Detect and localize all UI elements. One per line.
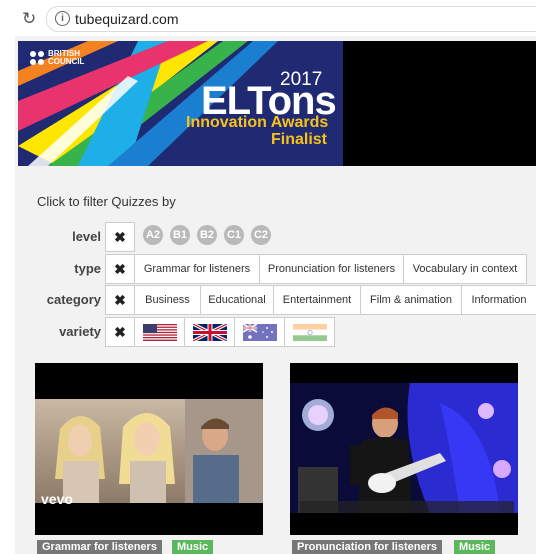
left-gutter [0,36,15,554]
video-thumbnail-2-image [290,383,518,513]
video-2-type-tag[interactable]: Pronunciation for listeners [292,540,442,554]
variety-uk-flag-button[interactable] [184,317,235,347]
filter-row-category: category ✖ Business Educational Entertai… [15,285,536,315]
clear-category-button[interactable]: ✖ [105,285,135,315]
video-1-type-tag[interactable]: Grammar for listeners [37,540,162,554]
type-option-grammar[interactable]: Grammar for listeners [134,254,260,284]
clear-variety-button[interactable]: ✖ [105,317,135,347]
url-text[interactable]: tubequizard.com [75,11,179,27]
category-option-business[interactable]: Business [134,285,201,315]
video-2-category-tag[interactable]: Music [454,540,496,554]
level-option-a2[interactable]: A2 [143,225,163,245]
video-card-2[interactable] [290,363,518,535]
level-option-b2[interactable]: B2 [197,225,217,245]
banner-finalist: Finalist [271,131,328,148]
type-option-pronunciation[interactable]: Pronunciation for listeners [259,254,404,284]
level-option-c1[interactable]: C1 [224,225,244,245]
video-thumbnail-2[interactable] [290,383,518,513]
video-card-1[interactable]: vevo [35,363,263,535]
filter-label-variety: variety [59,324,101,339]
eltons-banner[interactable]: BRITISH COUNCIL 2017 ELTons Innovation A… [18,41,343,166]
url-field[interactable]: i tubequizard.com [46,6,536,32]
filter-label-level: level [72,229,101,244]
video-thumbnail-1-image [35,399,263,503]
australia-flag-icon [243,324,277,341]
vevo-watermark: vevo [41,491,73,507]
page-content: BRITISH COUNCIL 2017 ELTons Innovation A… [15,36,536,554]
variety-australia-flag-button[interactable] [234,317,285,347]
banner-subtitle: Innovation Awards [186,114,329,131]
category-option-entertainment[interactable]: Entertainment [273,285,361,315]
clear-level-button[interactable]: ✖ [105,222,135,252]
type-option-vocabulary[interactable]: Vocabulary in context [403,254,527,284]
level-option-b1[interactable]: B1 [170,225,190,245]
variety-us-flag-button[interactable] [134,317,185,347]
video-thumbnail-1[interactable] [35,399,263,503]
category-option-educational[interactable]: Educational [200,285,274,315]
british-council-dots-icon [30,51,44,65]
uk-flag-icon [193,324,227,341]
browser-address-bar: ↻ i tubequizard.com [0,0,536,36]
info-icon[interactable]: i [55,11,70,26]
level-option-c2[interactable]: C2 [251,225,271,245]
brand-line-2: COUNCIL [48,57,85,66]
filter-label-category: category [46,292,101,307]
filter-row-type: type ✖ Grammar for listeners Pronunciati… [15,254,536,284]
category-option-information[interactable]: Information [461,285,536,315]
variety-india-flag-button[interactable] [284,317,335,347]
reload-icon[interactable]: ↻ [22,9,36,29]
clear-type-button[interactable]: ✖ [105,254,135,284]
category-option-film-animation[interactable]: Film & animation [360,285,462,315]
video-1-category-tag[interactable]: Music [172,540,214,554]
filter-label-type: type [74,261,101,276]
filter-title: Click to filter Quizzes by [37,194,176,209]
india-flag-icon [293,324,327,341]
british-council-logo: BRITISH COUNCIL [30,50,84,66]
us-flag-icon [143,324,177,341]
